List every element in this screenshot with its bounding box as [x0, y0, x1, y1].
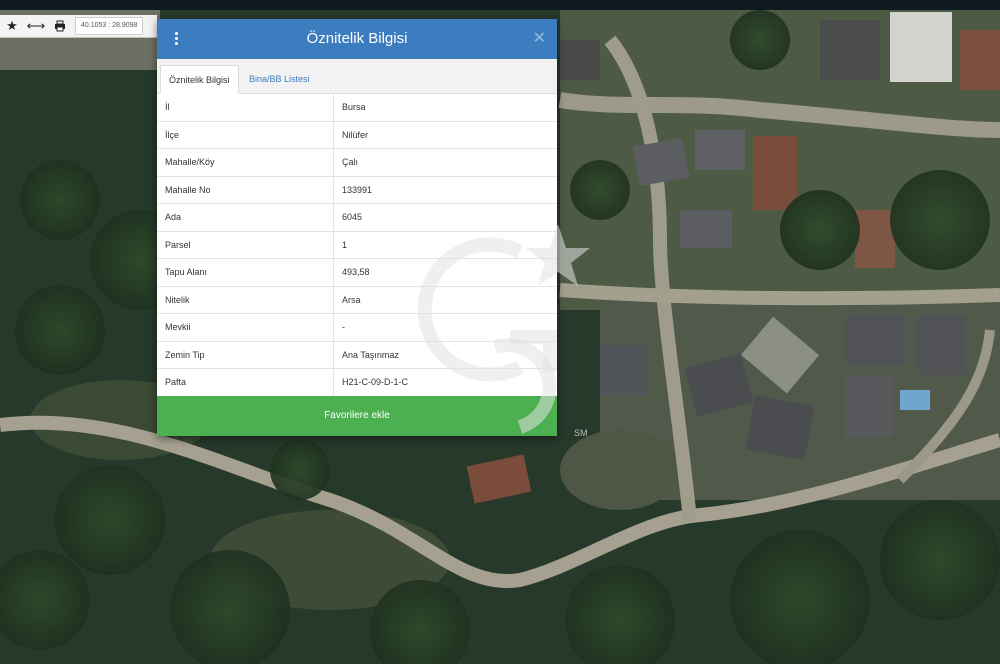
row-key: İl: [157, 94, 334, 122]
star-icon[interactable]: ★: [0, 15, 24, 37]
row-value: -: [333, 313, 557, 342]
row-key: Mevkii: [157, 313, 334, 342]
row-key: Mahalle/Köy: [157, 148, 334, 177]
print-icon[interactable]: [48, 15, 72, 37]
print-glyph: [55, 20, 65, 32]
table-row: Pafta H21-C-09-D-1-C: [157, 368, 557, 397]
row-key: Parsel: [157, 231, 334, 259]
table-row: Parsel 1: [157, 231, 557, 259]
attribute-table: İl Bursa İlçe Nilüfer Mahalle/Köy Çalı Maha…: [157, 94, 557, 397]
row-value: 1: [333, 231, 557, 259]
row-key: Mahalle No: [157, 176, 334, 204]
row-key: Ada: [157, 203, 334, 232]
row-value: H21-C-09-D-1-C: [333, 368, 557, 397]
row-key: Tapu Alanı: [157, 258, 334, 287]
row-key: Nitelik: [157, 286, 334, 314]
tab-building-list[interactable]: Bina/BB Listesi: [241, 65, 318, 93]
table-row: İlçe Nilüfer: [157, 121, 557, 149]
dialog-header: Öznitelik Bilgisi ✕: [157, 19, 557, 59]
row-value: 133991: [333, 176, 557, 204]
table-row: Mevkii -: [157, 313, 557, 342]
dialog-tabs: Öznitelik Bilgisi Bina/BB Listesi: [157, 59, 557, 94]
map-toolbar: ★ ⟷ 40.1053 : 28.9098: [0, 15, 157, 38]
table-row: Zemin Tip Ana Taşınmaz: [157, 341, 557, 369]
attribute-info-dialog: Öznitelik Bilgisi ✕ Öznitelik Bilgisi Bi…: [157, 19, 557, 436]
row-key: Pafta: [157, 368, 334, 397]
row-value: Arsa: [333, 286, 557, 314]
table-row: Tapu Alanı 493,58: [157, 258, 557, 287]
row-key: Zemin Tip: [157, 341, 334, 369]
table-row: Mahalle No 133991: [157, 176, 557, 204]
add-to-favorites-button[interactable]: Favorilere ekle: [157, 396, 557, 436]
row-key: İlçe: [157, 121, 334, 149]
table-row: Mahalle/Köy Çalı: [157, 148, 557, 177]
tab-attribute-info[interactable]: Öznitelik Bilgisi: [160, 65, 239, 94]
dialog-title: Öznitelik Bilgisi: [306, 30, 408, 47]
close-icon[interactable]: ✕: [533, 28, 546, 48]
top-app-bar: [0, 0, 1000, 10]
row-value: Ana Taşınmaz: [333, 341, 557, 369]
row-value: Nilüfer: [333, 121, 557, 149]
row-value: Çalı: [333, 148, 557, 177]
measure-icon[interactable]: ⟷: [24, 15, 48, 37]
row-value: 6045: [333, 203, 557, 232]
row-value: Bursa: [333, 94, 557, 122]
table-row: Ada 6045: [157, 203, 557, 232]
table-row: Nitelik Arsa: [157, 286, 557, 314]
coordinate-readout: 40.1053 : 28.9098: [75, 17, 144, 35]
table-row: İl Bursa: [157, 94, 557, 122]
row-value: 493,58: [333, 258, 557, 287]
